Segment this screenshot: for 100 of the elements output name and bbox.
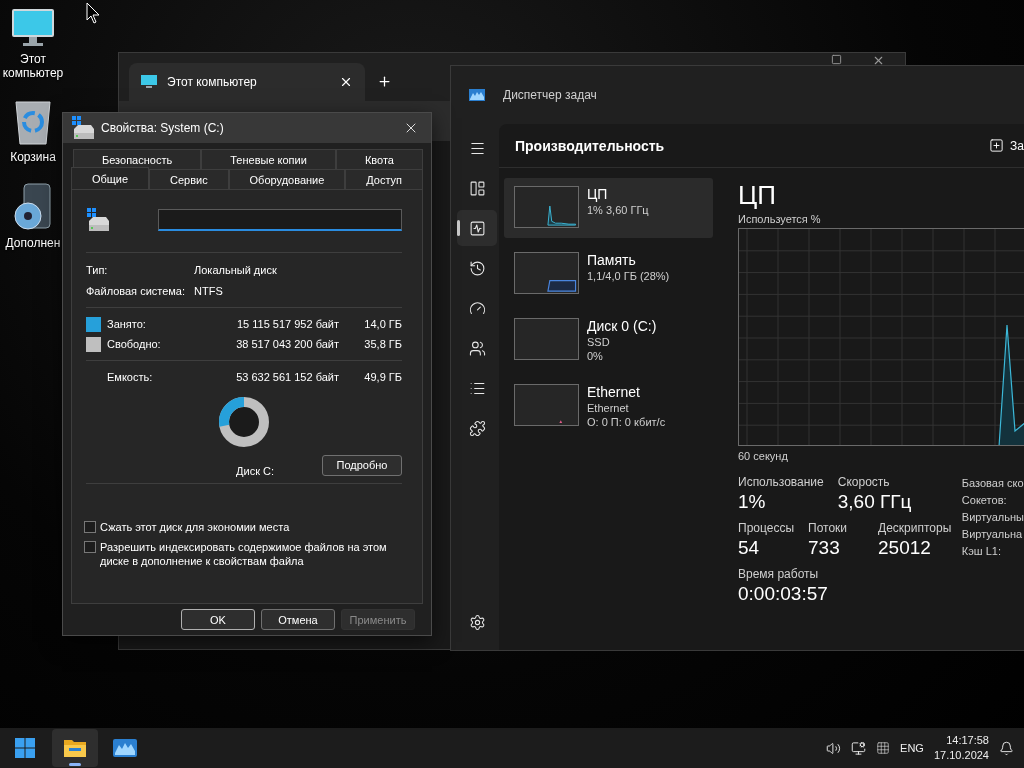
stat-label: Потоки: [808, 521, 849, 535]
spec-label: Базовая ско: [961, 477, 1024, 490]
disc-box-icon[interactable]: [12, 182, 54, 232]
checkbox[interactable]: [84, 541, 96, 553]
new-tab-icon[interactable]: [377, 74, 392, 89]
resource-reading: 1,1/4,0 ГБ (28%): [587, 269, 670, 283]
field-label: Тип:: [86, 263, 109, 276]
resource-item[interactable]: Ethernet Ethernet О: 0 П: 0 кбит/с: [504, 376, 713, 436]
new-task-button[interactable]: За: [983, 138, 1024, 153]
resource-reading: 0%: [587, 349, 604, 363]
drive-label: Диск C:: [236, 465, 274, 477]
network-icon[interactable]: [851, 740, 867, 756]
resource-thumbnail: [514, 318, 579, 360]
stat-label: Дескрипторы: [878, 521, 952, 535]
checkbox-label: Разрешить индексировать содержимое файлов на этом диске в дополнение к свойствам файла: [100, 540, 388, 568]
history-icon: [468, 259, 486, 277]
activity-chart-icon: [469, 89, 485, 101]
stat-label: Время работы: [738, 567, 820, 581]
stat-value: 1%: [738, 491, 767, 513]
resource-item[interactable]: Диск 0 (C:) SSD 0%: [504, 310, 713, 370]
monitor-icon[interactable]: [11, 8, 55, 48]
stat-value: 54: [738, 537, 761, 559]
resource-name: Диск 0 (C:): [587, 318, 657, 335]
windows-logo-icon: [15, 738, 35, 758]
byte-count: 53 632 561 152 байт: [235, 371, 339, 383]
resource-name: ЦП: [587, 186, 609, 203]
checkbox[interactable]: [84, 521, 96, 533]
maximize-icon[interactable]: [831, 54, 842, 65]
byte-count: 38 517 043 200 байт: [235, 338, 339, 350]
clock[interactable]: 14:17:58 17.10.2024: [933, 733, 989, 763]
detail-title: ЦП: [738, 179, 777, 212]
details-button[interactable]: Подробно: [322, 454, 402, 476]
dialog-tab[interactable]: Безопасность: [73, 149, 202, 169]
stat-value: 3,60 ГГц: [837, 491, 912, 513]
resource-item[interactable]: ЦП 1% 3,60 ГГц: [504, 178, 713, 238]
checkbox-label: Сжать этот диск для экономии места: [100, 520, 291, 534]
field-value: Локальный диск: [194, 263, 278, 276]
stat-label: Процессы: [738, 521, 794, 535]
stat-value: 733: [808, 537, 841, 559]
field-label: Свободно:: [107, 338, 162, 350]
chart-label: Используется %: [738, 212, 822, 226]
grid-icon[interactable]: [876, 741, 891, 755]
resource-reading: 1% 3,60 ГГц: [587, 203, 649, 217]
explorer-tab[interactable]: Этот компьютер: [129, 63, 365, 101]
dialog-button[interactable]: OK: [181, 609, 255, 630]
recycle-bin-icon[interactable]: [14, 98, 52, 146]
stat-label: Скорость: [837, 475, 891, 489]
gauge-icon: [468, 299, 486, 317]
spec-label: Кэш L1:: [961, 545, 1003, 558]
users-icon: [468, 339, 486, 357]
stat-value: 0:00:03:57: [738, 583, 828, 605]
cpu-graph: [547, 205, 577, 226]
resource-reading: О: 0 П: 0 кбит/с: [587, 415, 666, 429]
dialog-tab[interactable]: Теневые копии: [201, 149, 336, 169]
mouse-pointer-icon: [86, 2, 100, 24]
resource-item[interactable]: Память 1,1/4,0 ГБ (28%): [504, 244, 713, 304]
time-span-label: 60 секунд: [738, 449, 789, 463]
resource-reading: SSD: [587, 335, 611, 349]
folder-icon: [63, 738, 87, 758]
size-value: 35,8 ГБ: [363, 338, 402, 350]
desktop-icon-label[interactable]: Этот компьютер: [0, 52, 66, 80]
spec-label: Виртуальна: [961, 528, 1024, 541]
taskbar-app[interactable]: [52, 729, 98, 767]
field-value: NTFS: [194, 284, 224, 297]
monitor-icon: [141, 75, 157, 89]
notifications-icon[interactable]: [999, 740, 1014, 756]
field-label: Файловая система:: [86, 284, 187, 297]
field-label: Емкость:: [107, 371, 154, 383]
close-icon[interactable]: [339, 75, 353, 89]
drive-icon: [86, 207, 110, 233]
resource-name: Ethernet: [587, 384, 641, 401]
speaker-icon[interactable]: [826, 740, 842, 756]
stat-value: 25012: [878, 537, 932, 559]
dialog-tab[interactable]: Оборудование: [228, 169, 346, 189]
resource-name: Память: [587, 252, 637, 269]
resource-reading: Ethernet: [587, 401, 630, 415]
page-title: Производительность: [515, 137, 665, 154]
dialog-tab[interactable]: Общие: [71, 167, 150, 189]
dialog-tab[interactable]: Сервис: [149, 169, 229, 189]
dialog-button[interactable]: Отмена: [261, 609, 335, 630]
grid-icon: [468, 179, 486, 197]
drive-icon: [71, 115, 95, 141]
activity-chart-icon: [113, 739, 137, 757]
desktop-icon-label[interactable]: Дополнен: [5, 236, 61, 250]
desktop-icon-label[interactable]: Корзина: [10, 150, 56, 164]
settings-icon: [468, 613, 486, 631]
spec-label: Сокетов:: [961, 494, 1008, 507]
field-label: Занято:: [107, 318, 147, 330]
volume-name-field[interactable]: [158, 209, 402, 231]
pulse-icon: [468, 219, 486, 237]
language-indicator[interactable]: ENG: [900, 742, 924, 754]
window-title: Диспетчер задач: [503, 88, 597, 102]
dialog-tab[interactable]: Доступ: [345, 169, 423, 189]
nav-tab[interactable]: [457, 210, 497, 246]
stat-label: Использование: [738, 475, 824, 489]
close-icon[interactable]: [872, 54, 885, 67]
dialog-tab[interactable]: Квота: [335, 149, 423, 169]
network-graph: [559, 420, 563, 424]
puzzle-icon: [468, 419, 486, 437]
dialog-title: Свойства: System (C:): [101, 121, 225, 135]
